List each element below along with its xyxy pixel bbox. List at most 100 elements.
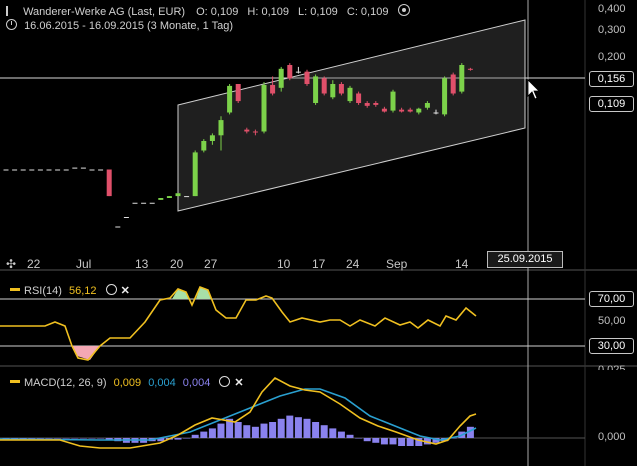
menu-icon[interactable] <box>6 6 14 16</box>
candle-body <box>149 202 155 204</box>
macd-hist-bar <box>62 438 70 439</box>
macd-hist-bar <box>329 428 337 438</box>
candle-body <box>313 76 319 103</box>
candle-body <box>373 103 379 105</box>
macd-hist-bar <box>97 438 105 439</box>
candle-body <box>89 169 95 171</box>
candle-body <box>235 84 241 102</box>
candle-body <box>459 65 465 92</box>
candle-body <box>338 84 344 94</box>
high-value: H: 0,109 <box>247 6 289 18</box>
candle-body <box>37 169 43 171</box>
macd-hist-value: 0,004 <box>182 377 211 389</box>
candle-body <box>80 167 86 169</box>
macd-legend: MACD(12, 26, 9) 0,009 0,004 0,004 ✕ <box>10 375 244 389</box>
candle-body <box>295 71 301 73</box>
macd-hist-bar <box>217 423 225 438</box>
header-title-row: Wanderer-Werke AG (Last, EUR) O: 0,109 H… <box>6 3 410 18</box>
time-label: 14 <box>455 257 469 271</box>
macd-hist-bar <box>208 428 216 438</box>
last-price-label: 0,109 <box>589 96 634 112</box>
macd-hist-bar <box>234 422 242 438</box>
macd-hist-bar <box>389 438 397 445</box>
macd-hist-bar <box>71 438 79 439</box>
macd-hist-bar <box>243 425 251 438</box>
settings-icon[interactable] <box>397 4 410 16</box>
macd-hist-bar <box>398 438 406 446</box>
candle-body <box>166 196 172 198</box>
candle-body <box>399 109 405 112</box>
candle-body <box>158 198 164 200</box>
trend-channel <box>177 19 526 212</box>
candle-body <box>227 85 233 113</box>
macd-hist-bar <box>45 438 53 439</box>
price-tick: 0,400 <box>598 3 626 15</box>
candle-body <box>175 193 181 197</box>
candle-body <box>55 169 61 171</box>
macd-hist-bar <box>363 438 371 442</box>
candle-body <box>218 120 224 136</box>
rsi-level-label: 30,00 <box>589 338 634 354</box>
macd-hist-bar <box>251 426 259 438</box>
time-label: 13 <box>135 257 149 271</box>
candle-body <box>63 169 69 171</box>
time-label: Sep <box>386 257 408 271</box>
candle-body <box>304 71 310 84</box>
macd-value: 0,009 <box>113 377 142 389</box>
macd-hist-bar <box>303 418 311 438</box>
candle-body <box>192 152 198 197</box>
macd-hist-bar <box>380 438 388 445</box>
candle-body <box>442 78 448 115</box>
macd-close-icon[interactable]: ✕ <box>234 376 243 389</box>
macd-hist-bar <box>54 438 62 439</box>
price-tick: 0,300 <box>598 24 626 36</box>
macd-hist-bar <box>346 434 354 438</box>
macd-hist-bar <box>337 431 345 438</box>
macd-hist-bar <box>312 422 320 438</box>
price-tick: 0,200 <box>598 51 626 63</box>
rsi-settings-icon[interactable] <box>105 284 117 295</box>
time-label: 27 <box>204 257 218 271</box>
date-range: 16.06.2015 - 16.09.2015 (3 Monate, 1 Tag… <box>24 20 234 32</box>
candle-body <box>46 169 52 171</box>
candle-body <box>132 202 138 204</box>
macd-settings-icon[interactable] <box>219 376 231 387</box>
rsi-close-icon[interactable]: ✕ <box>121 284 130 297</box>
macd-hist-bar <box>269 422 277 438</box>
macd-hist-bar <box>200 431 208 438</box>
time-label: Jul <box>76 257 92 271</box>
candle-body <box>450 74 456 94</box>
move-handle-icon[interactable]: ✣ <box>6 257 16 271</box>
time-label: 24 <box>346 257 360 271</box>
candle-body <box>278 68 284 88</box>
time-label: 10 <box>277 257 291 271</box>
candle-body <box>209 135 215 141</box>
candle-body <box>115 226 121 228</box>
macd-label: MACD(12, 26, 9) <box>24 377 107 389</box>
time-label: 17 <box>312 257 326 271</box>
chart-canvas[interactable] <box>0 0 637 466</box>
time-label: 20 <box>170 257 184 271</box>
open-value: O: 0,109 <box>196 6 239 18</box>
macd-zero-label: 0,000 <box>598 431 626 443</box>
candle-body <box>252 131 258 133</box>
rsi-swatch <box>10 288 20 291</box>
header-range-row: 16.06.2015 - 16.09.2015 (3 Monate, 1 Tag… <box>6 18 233 32</box>
macd-top-label: 0,025 <box>598 364 626 370</box>
macd-hist-bar <box>294 417 302 438</box>
macd-hist-bar <box>320 425 328 438</box>
macd-hist-bar <box>183 438 191 439</box>
macd-hist-bar <box>79 438 87 439</box>
candle-body <box>3 169 9 171</box>
macd-hist-bar <box>372 438 380 443</box>
candle-body <box>330 84 336 98</box>
macd-hist-bar <box>286 415 294 438</box>
candle-body <box>424 103 430 108</box>
crosshair-date-label: 25.09.2015 <box>487 251 563 268</box>
candle-body <box>261 84 267 132</box>
candle-body <box>407 109 413 112</box>
candle-body <box>123 217 129 218</box>
macd-hist-bar <box>88 438 96 439</box>
time-label: 22 <box>27 257 41 271</box>
candle-body <box>270 84 276 94</box>
